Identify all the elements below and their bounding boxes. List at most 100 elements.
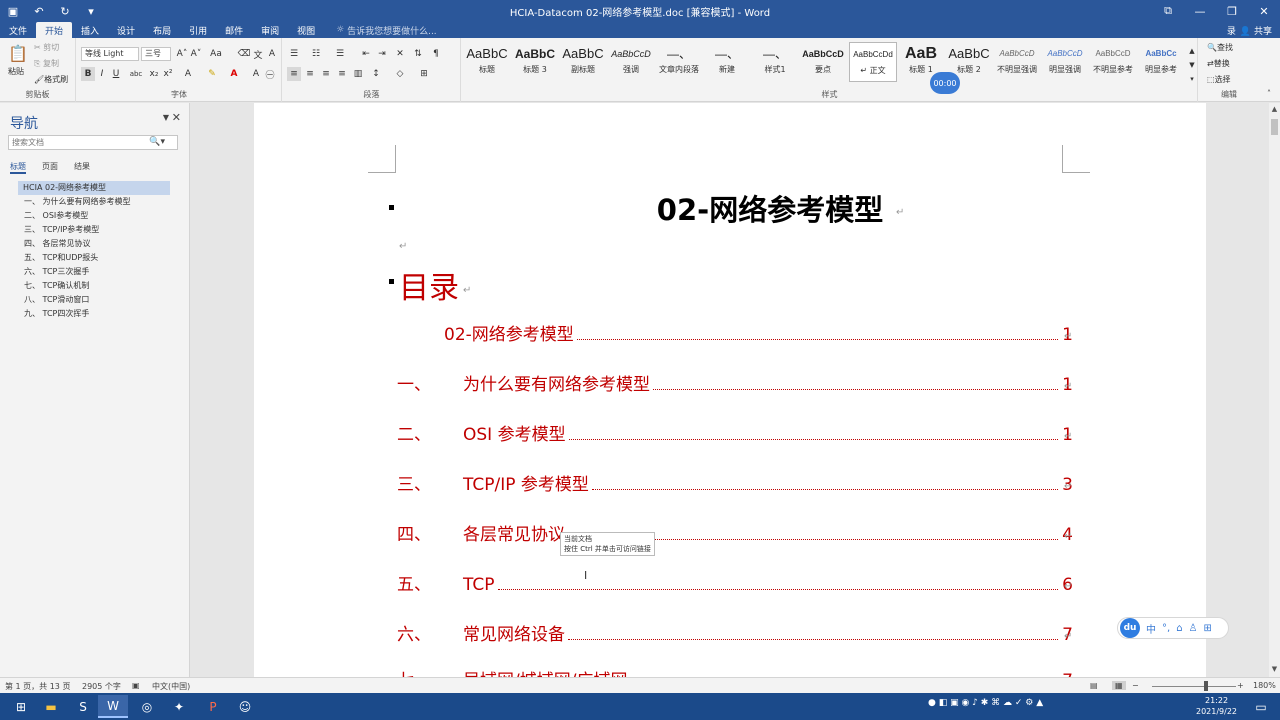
baidu-ime-logo[interactable]: du: [1120, 618, 1140, 638]
nav-close-icon[interactable]: ✕: [172, 111, 181, 124]
style-emphasis[interactable]: AaBbCcD 强调: [607, 42, 655, 82]
toc-entry[interactable]: 三、 TCP/IP 参考模型 3: [397, 471, 1073, 495]
ime-user-icon[interactable]: ♙: [1189, 623, 1198, 634]
borders-icon[interactable]: ⊞: [417, 67, 431, 81]
nav-heading-item[interactable]: 五、 TCP和UDP报头: [18, 251, 170, 265]
toc-entry[interactable]: 一、 为什么要有网络参考模型 1: [397, 371, 1073, 395]
align-right-icon[interactable]: ≡: [319, 67, 333, 81]
login-link[interactable]: 录: [1227, 24, 1236, 37]
zoom-slider[interactable]: [1152, 686, 1236, 687]
select-button[interactable]: ⬚选择: [1207, 74, 1231, 85]
styles-scroll-up-icon[interactable]: ▲: [1185, 44, 1199, 58]
text-effects-icon[interactable]: A: [181, 67, 195, 81]
increase-indent-icon[interactable]: ⇥: [375, 47, 389, 61]
cut-button[interactable]: ✂ 剪切: [34, 42, 59, 53]
bold-button[interactable]: B: [81, 67, 95, 81]
word-icon[interactable]: W: [98, 695, 128, 718]
maximize-button[interactable]: ❐: [1216, 0, 1248, 22]
nav-heading-item[interactable]: 三、 TCP/IP参考模型: [18, 223, 170, 237]
zoom-out-icon[interactable]: −: [1132, 681, 1139, 690]
style-subtle-reference[interactable]: AaBbCcD 不明显参考: [1089, 42, 1137, 82]
sort-icon[interactable]: ⇅: [411, 47, 425, 61]
tab-mailings[interactable]: 邮件: [216, 22, 252, 38]
styles-scroll-down-icon[interactable]: ▼: [1185, 58, 1199, 72]
tab-insert[interactable]: 插入: [72, 22, 108, 38]
show-marks-icon[interactable]: ¶: [429, 47, 443, 61]
paste-icon[interactable]: 📋: [8, 42, 28, 64]
highlight-color-icon[interactable]: ✎: [205, 67, 219, 81]
scroll-up-icon[interactable]: ▲: [1269, 105, 1280, 115]
ime-menu-icon[interactable]: ⊞: [1204, 623, 1212, 634]
enclose-char-icon[interactable]: ㊀: [263, 67, 277, 81]
style-subtitle[interactable]: AaBbC 副标题: [559, 42, 607, 82]
scrollbar-thumb[interactable]: [1271, 119, 1278, 135]
vertical-scrollbar[interactable]: ▲ ▼: [1269, 103, 1280, 677]
line-spacing-icon[interactable]: ↕: [369, 67, 383, 81]
change-case-icon[interactable]: Aa: [209, 47, 223, 61]
justify-icon[interactable]: ≡: [335, 67, 349, 81]
align-center-icon[interactable]: ≡: [303, 67, 317, 81]
tab-references[interactable]: 引用: [180, 22, 216, 38]
windows-icon[interactable]: ⊞: [6, 695, 36, 718]
style-subtle-emphasis[interactable]: AaBbCcD 不明显强调: [993, 42, 1041, 82]
multilevel-list-icon[interactable]: ☰: [333, 47, 347, 61]
distributed-icon[interactable]: ▥: [351, 67, 365, 81]
strikethrough-button[interactable]: abc: [129, 67, 143, 81]
tab-file[interactable]: 文件: [0, 22, 36, 38]
style-normal[interactable]: AaBbCcDd ↵ 正文: [849, 42, 897, 82]
style-style1[interactable]: —、 样式1: [751, 42, 799, 82]
grow-font-icon[interactable]: A˄: [175, 47, 189, 61]
nav-heading-item[interactable]: 四、 各层常见协议: [18, 237, 170, 251]
minimize-button[interactable]: —: [1184, 0, 1216, 22]
toc-entry[interactable]: 二、 OSI 参考模型 1: [397, 421, 1073, 445]
page-count[interactable]: 第 1 页，共 13 页: [5, 681, 70, 692]
document-title[interactable]: 02-网络参考模型: [254, 187, 1206, 229]
nav-options-icon[interactable]: ▼: [163, 113, 169, 122]
toc-entry[interactable]: 02-网络参考模型 1: [397, 321, 1073, 345]
toc-entry[interactable]: 五、 TCP 6: [397, 571, 1073, 595]
style-intense-emphasis[interactable]: AaBbCcD 明显强调: [1041, 42, 1089, 82]
font-name-select[interactable]: 等线 Light: [81, 47, 139, 61]
tab-layout[interactable]: 布局: [144, 22, 180, 38]
nav-tab-pages[interactable]: 页面: [42, 161, 58, 174]
customize-qat-icon[interactable]: ▾: [78, 0, 104, 22]
nav-heading-item[interactable]: HCIA 02-网络参考模型: [18, 181, 170, 195]
nav-heading-item[interactable]: 七、 TCP确认机制: [18, 279, 170, 293]
nav-heading-item[interactable]: 九、 TCP四次挥手: [18, 307, 170, 321]
powerpoint-icon[interactable]: P: [198, 695, 228, 718]
style-key-points[interactable]: AaBbCcD 要点: [799, 42, 847, 82]
tell-me-box[interactable]: ☼ 告诉我您想要做什么...: [336, 22, 437, 38]
nav-tab-results[interactable]: 结果: [74, 161, 90, 174]
notification-icon[interactable]: ▭: [1246, 695, 1276, 718]
share-button[interactable]: 👤 共享: [1240, 24, 1272, 37]
underline-button[interactable]: U: [109, 67, 123, 81]
nav-tab-headings[interactable]: 标题: [10, 161, 26, 174]
close-button[interactable]: ✕: [1248, 0, 1280, 22]
find-button[interactable]: 🔍查找: [1207, 42, 1233, 53]
scroll-down-icon[interactable]: ▼: [1269, 665, 1280, 675]
phonetic-guide-icon[interactable]: 文: [251, 47, 265, 61]
toc-entry[interactable]: 六、 常见网络设备 7: [397, 621, 1073, 645]
tab-view[interactable]: 视图: [288, 22, 324, 38]
tab-design[interactable]: 设计: [108, 22, 144, 38]
ime-mode-toggle[interactable]: 中: [1146, 621, 1156, 636]
toc-heading[interactable]: 目录: [399, 263, 459, 307]
language-indicator[interactable]: 中文(中国): [152, 681, 190, 692]
nav-search-input[interactable]: 搜索文档 🔍▾: [8, 135, 178, 150]
zoom-in-icon[interactable]: +: [1237, 681, 1244, 690]
shrink-font-icon[interactable]: A˅: [189, 47, 203, 61]
font-size-select[interactable]: 三号: [141, 47, 171, 61]
nav-heading-item[interactable]: 六、 TCP三次握手: [18, 265, 170, 279]
document-area[interactable]: 02-网络参考模型 ↵ ↵ 目录 ↵ 02-网络参考模型 1 一、 为什么要有网…: [191, 103, 1269, 677]
proofing-icon[interactable]: ▣: [132, 681, 140, 690]
ribbon-display-icon[interactable]: ⧉: [1152, 0, 1184, 22]
tab-home[interactable]: 开始: [36, 22, 73, 38]
browser-icon[interactable]: ◎: [132, 695, 162, 718]
format-painter-button[interactable]: 🖌格式刷: [34, 74, 68, 85]
align-left-icon[interactable]: ≡: [287, 67, 301, 81]
chinese-layout-icon[interactable]: ✕: [393, 47, 407, 61]
style-heading3[interactable]: AaBbC 标题 3: [511, 42, 559, 82]
ime-toolbar[interactable]: du 中 °, ⌂ ♙ ⊞: [1117, 617, 1229, 639]
toc-entry[interactable]: 四、 各层常见协议 4: [397, 521, 1073, 545]
decrease-indent-icon[interactable]: ⇤: [359, 47, 373, 61]
